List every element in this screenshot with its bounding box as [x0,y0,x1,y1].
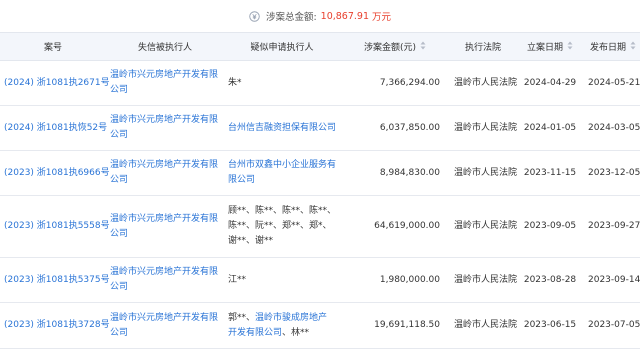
col-header-applicant: 疑似申请执行人 [224,32,340,61]
table-row: (2023) 浙1081执5375号 温岭市兴元房地产开发有限公司 江** 1,… [0,257,640,303]
applicant-cell: 郭**、温岭市骏成房地产开发有限公司、林** [224,302,340,349]
filing-date: 2024-04-29 [516,60,584,106]
applicant-name: 郭**、 [228,312,256,323]
applicant-name: 、林** [282,327,310,338]
sort-icon[interactable] [630,41,636,53]
case-number-link[interactable]: (2023) 浙1081执3728号 [0,302,110,349]
amount-value: 7,366,294.00 [340,60,450,106]
total-amount-summary: 涉案总金额: 10,867.91 万元 [0,0,640,32]
court-name: 温岭市人民法院 [450,195,517,258]
court-name: 温岭市人民法院 [450,302,517,349]
sort-icon[interactable] [567,41,573,53]
applicant-company-link[interactable]: 台州信吉融资担保有限公司 [228,123,336,133]
amount-value: 19,691,118.50 [340,302,450,349]
publish-date: 2024-05-21 [584,60,640,106]
applicant-names: 顾**、陈**、陈**、陈**、陈**、阮**、郑**、郑*、谢**、谢** [228,206,337,246]
table-row: (2023) 浙1081执6966号 温岭市兴元房地产开发有限公司 台州市双鑫中… [0,150,640,196]
col-header-publish-date[interactable]: 发布日期 [584,32,640,61]
applicant-name: 江** [228,274,247,285]
applicant-cell: 台州信吉融资担保有限公司 [224,105,340,151]
col-header-filing-date[interactable]: 立案日期 [516,32,584,61]
sort-icon[interactable] [420,41,426,53]
table-row: (2023) 浙1081执5558号 温岭市兴元房地产开发有限公司 顾**、陈*… [0,195,640,258]
filing-date: 2023-09-05 [516,195,584,258]
case-number-link[interactable]: (2023) 浙1081执6966号 [0,150,110,196]
col-header-case-no: 案号 [0,32,106,61]
filing-date: 2024-01-05 [516,105,584,151]
case-number-link[interactable]: (2024) 浙1081执2671号 [0,60,110,106]
publish-date: 2024-03-05 [584,105,640,151]
col-header-court: 执行法院 [450,32,516,61]
publish-date: 2023-09-14 [584,257,640,303]
case-number-link[interactable]: (2023) 浙1081执5558号 [0,195,110,258]
amount-value: 8,984,830.00 [340,150,450,196]
total-amount-value: 10,867.91 [320,10,370,22]
applicant-cell: 台州市双鑫中小企业服务有限公司 [224,150,340,196]
applicant-cell: 朱* [224,60,340,106]
court-name: 温岭市人民法院 [450,60,517,106]
publish-date: 2023-12-05 [584,150,640,196]
debtor-link[interactable]: 温岭市兴元房地产开发有限公司 [106,302,224,349]
filing-date: 2023-06-15 [516,302,584,349]
table-row: (2024) 浙1081执2671号 温岭市兴元房地产开发有限公司 朱* 7,3… [0,60,640,106]
amount-value: 64,619,000.00 [340,195,450,258]
court-name: 温岭市人民法院 [450,150,517,196]
debtor-link[interactable]: 温岭市兴元房地产开发有限公司 [106,105,224,151]
publish-date: 2023-07-05 [584,302,640,349]
court-name: 温岭市人民法院 [450,257,517,303]
publish-date: 2023-09-27 [584,195,640,258]
col-header-debtor: 失信被执行人 [106,32,224,61]
filing-date: 2023-11-15 [516,150,584,196]
court-name: 温岭市人民法院 [450,105,517,151]
money-info-icon [249,10,260,22]
table-row: (2023) 浙1081执3728号 温岭市兴元房地产开发有限公司 郭**、温岭… [0,302,640,349]
debtor-link[interactable]: 温岭市兴元房地产开发有限公司 [106,257,224,303]
debtor-link[interactable]: 温岭市兴元房地产开发有限公司 [106,60,224,106]
amount-value: 6,037,850.00 [340,105,450,151]
dishonest-debtor-table: 案号 失信被执行人 疑似申请执行人 涉案金额(元) 执行法院 立案日期 发布日期… [0,32,640,349]
total-amount-label: 涉案总金额: [265,12,317,23]
col-header-amount[interactable]: 涉案金额(元) [340,32,450,61]
case-number-link[interactable]: (2023) 浙1081执5375号 [0,257,110,303]
case-number-link[interactable]: (2024) 浙1081执恢52号 [0,105,107,151]
debtor-link[interactable]: 温岭市兴元房地产开发有限公司 [106,195,224,258]
applicant-company-link[interactable]: 台州市双鑫中小企业服务有限公司 [228,160,336,185]
applicant-cell: 顾**、陈**、陈**、陈**、陈**、阮**、郑**、郑*、谢**、谢** [224,195,340,258]
debtor-link[interactable]: 温岭市兴元房地产开发有限公司 [106,150,224,196]
filing-date: 2023-08-28 [516,257,584,303]
applicant-cell: 江** [224,257,340,303]
table-row: (2024) 浙1081执恢52号 温岭市兴元房地产开发有限公司 台州信吉融资担… [0,105,640,151]
table-header-row: 案号 失信被执行人 疑似申请执行人 涉案金额(元) 执行法院 立案日期 发布日期 [0,32,640,61]
amount-value: 1,980,000.00 [340,257,450,303]
total-amount-unit: 万元 [372,12,392,23]
applicant-name: 朱* [228,77,242,88]
